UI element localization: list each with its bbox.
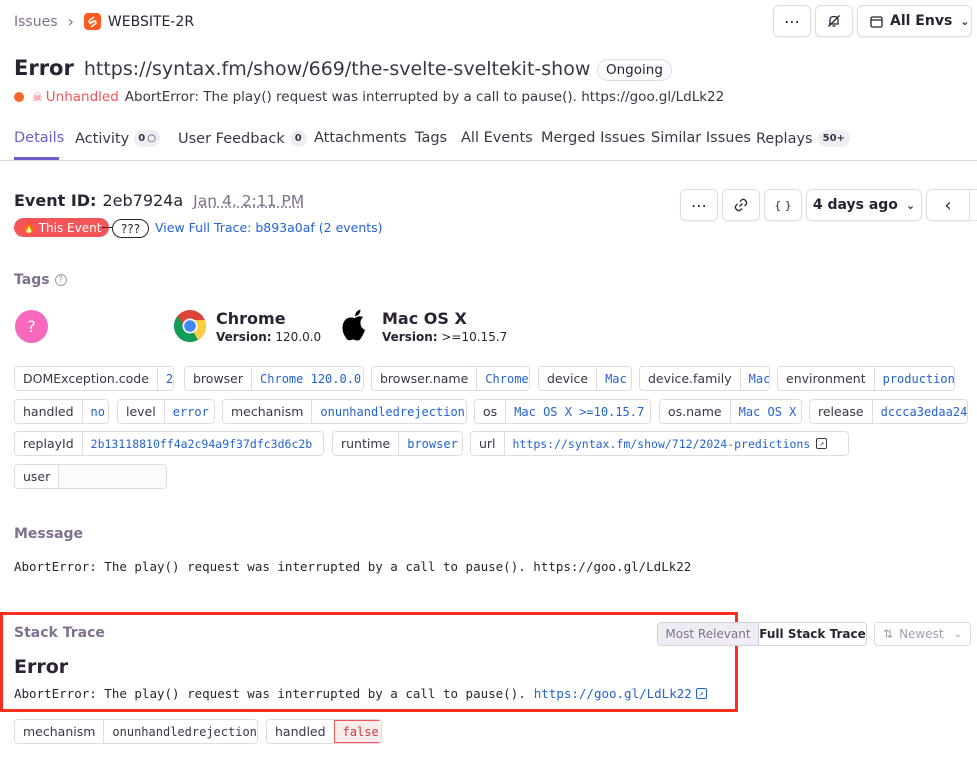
status-badge: Ongoing: [597, 59, 672, 81]
event-date[interactable]: Jan 4, 2:11 PM: [193, 192, 304, 210]
tag-chip[interactable]: DOMException.code20: [14, 366, 174, 391]
tab-all-events[interactable]: All Events: [461, 130, 533, 146]
browser-name: Chrome: [216, 309, 286, 328]
tag-chip[interactable]: browser.name Chrome: [371, 366, 530, 391]
chrome-icon: [173, 309, 207, 343]
browser-version: Version: 120.0.0: [216, 330, 322, 344]
tab-attachments[interactable]: Attachments: [314, 130, 407, 146]
handled-tag[interactable]: handled false: [266, 719, 382, 744]
unknown-event-badge[interactable]: ???: [112, 219, 150, 238]
apple-icon: [341, 308, 369, 342]
exception-title: Error: [14, 656, 69, 678]
level-dot-icon: [14, 92, 24, 102]
breadcrumb: Issues › WEBSITE-2R: [14, 12, 194, 31]
env-label: All Envs: [890, 13, 953, 29]
stack-view-toggle: Most Relevant Full Stack Trace: [657, 622, 867, 646]
env-selector[interactable]: All Envs ⌄: [857, 5, 972, 37]
issue-subtitle: ☠ Unhandled AbortError: The play() reque…: [14, 89, 724, 105]
json-icon: { }: [774, 198, 792, 212]
bell-muted-icon: [828, 15, 840, 27]
external-link-icon[interactable]: ↗: [695, 688, 707, 699]
mute-button[interactable]: [815, 5, 853, 37]
previous-event-button[interactable]: ‹: [926, 189, 970, 221]
tab-replays[interactable]: Replays 50+: [756, 130, 850, 147]
link-icon: [734, 198, 748, 212]
more-actions-button[interactable]: ⋯: [773, 5, 811, 37]
event-id-label: Event ID:: [14, 191, 97, 210]
exception-message: AbortError: The play() request was inter…: [14, 686, 707, 701]
most-relevant-toggle[interactable]: Most Relevant: [658, 623, 759, 645]
message-title: Message: [14, 526, 84, 542]
fire-icon: 🔥: [22, 221, 36, 234]
sort-icon: ⇅: [883, 627, 894, 641]
tag-chip[interactable]: device Mac: [538, 366, 632, 391]
next-event-button[interactable]: [969, 189, 977, 221]
unhandled-label: Unhandled: [45, 89, 119, 105]
event-id: 2eb7924a: [102, 191, 184, 210]
time-range-label: 4 days ago: [812, 197, 898, 213]
tab-user-feedback[interactable]: User Feedback 0: [178, 130, 307, 147]
trace-connector: [102, 227, 112, 228]
chevron-down-icon: ⌄: [953, 628, 962, 640]
breadcrumb-project[interactable]: WEBSITE-2R: [108, 14, 194, 30]
tab-details[interactable]: Details: [14, 130, 64, 146]
os-version: Version: >=10.15.7: [382, 330, 508, 344]
user-avatar-icon[interactable]: ?: [15, 310, 48, 343]
project-icon: [83, 13, 101, 30]
exception-link[interactable]: https://goo.gl/LdLk22: [534, 686, 692, 701]
tag-chip[interactable]: user: [14, 464, 167, 489]
tags-title: Tags ?: [14, 272, 67, 288]
tag-chip[interactable]: mechanism onunhandledrejection: [222, 399, 467, 424]
time-range-selector[interactable]: 4 days ago ⌄: [806, 189, 922, 221]
tag-chip[interactable]: release dccca3edaa24: [809, 399, 968, 424]
message-text: AbortError: The play() request was inter…: [14, 559, 692, 574]
more-icon: ⋯: [784, 11, 800, 31]
breadcrumb-issues[interactable]: Issues: [14, 14, 58, 30]
tag-chip[interactable]: level error: [117, 399, 215, 424]
comment-icon: ○: [147, 133, 156, 144]
tab-activity[interactable]: Activity 0 ○: [75, 130, 160, 147]
tag-chip[interactable]: os.name Mac OS X: [659, 399, 802, 424]
chevron-down-icon: ⌄: [905, 198, 916, 212]
copy-link-button[interactable]: [722, 189, 760, 221]
tab-merged-issues[interactable]: Merged Issues: [541, 130, 645, 146]
help-icon[interactable]: ?: [54, 274, 67, 286]
mechanism-tag[interactable]: mechanism onunhandledrejection: [14, 719, 258, 744]
tag-chip[interactable]: handled no: [14, 399, 109, 424]
tag-chip[interactable]: replayId 2b13118810ff4a2c94a9f37dfc3d6c2b: [14, 431, 324, 456]
tab-tags[interactable]: Tags: [415, 130, 447, 146]
issue-title: Error: [14, 56, 74, 80]
tag-chip[interactable]: environment production: [777, 366, 955, 391]
json-button[interactable]: { }: [764, 189, 802, 221]
tag-chip[interactable]: url https://syntax.fm/show/712/2024-predi…: [470, 431, 849, 456]
issue-message: AbortError: The play() request was inter…: [124, 89, 725, 105]
tag-chip[interactable]: runtime browser: [332, 431, 463, 456]
issue-header: Error https://syntax.fm/show/669/the-sve…: [14, 56, 590, 80]
os-name: Mac OS X: [382, 309, 467, 328]
chevron-down-icon: ⌄: [960, 14, 970, 28]
tag-chip[interactable]: browser Chrome 120.0.0: [184, 366, 364, 391]
sort-label: Newest: [899, 627, 944, 641]
event-more-button[interactable]: ⋯: [680, 189, 718, 221]
external-link-icon[interactable]: ↗: [816, 438, 828, 449]
view-full-trace-link[interactable]: View Full Trace: b893a0af (2 events): [155, 220, 383, 235]
issue-url: https://syntax.fm/show/669/the-svelte-sv…: [83, 58, 591, 80]
tab-similar-issues[interactable]: Similar Issues: [651, 130, 751, 146]
skull-icon: ☠: [32, 90, 43, 104]
chevron-right-icon: ›: [67, 12, 74, 31]
full-stack-trace-toggle[interactable]: Full Stack Trace: [759, 623, 866, 645]
stack-trace-title: Stack Trace: [14, 625, 105, 641]
tag-chip[interactable]: os Mac OS X >=10.15.7: [474, 399, 651, 424]
tabs-divider: [0, 160, 977, 161]
event-id-row: Event ID: 2eb7924a Jan 4, 2:11 PM: [14, 191, 304, 210]
more-icon: ⋯: [691, 195, 707, 215]
tag-chip[interactable]: device.family Mac: [639, 366, 770, 391]
this-event-badge: 🔥 This Event: [14, 218, 110, 237]
sort-selector[interactable]: ⇅ Newest ⌄: [874, 622, 971, 646]
calendar-icon: [870, 15, 883, 28]
chevron-left-icon: ‹: [944, 194, 952, 216]
